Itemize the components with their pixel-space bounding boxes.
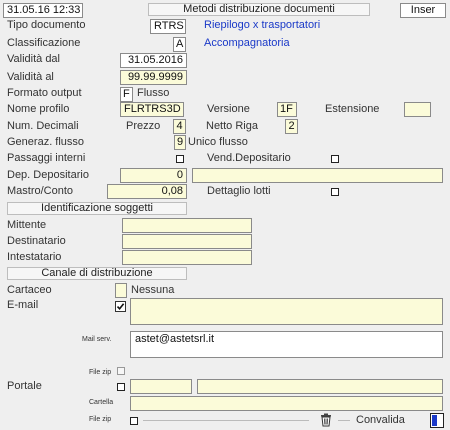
mittente-label: Mittente — [7, 219, 47, 231]
generaz-flusso-label: Generaz. flusso — [7, 136, 85, 148]
versione-label: Versione — [207, 103, 250, 115]
tipo-documento-desc: Riepilogo x trasportatori — [204, 19, 321, 31]
formato-output-label: Formato output — [7, 87, 82, 99]
formato-output-field[interactable]: F — [120, 87, 133, 102]
classificazione-label: Classificazione — [7, 37, 81, 49]
email-label: E-mail — [7, 299, 39, 311]
classificazione-desc: Accompagnatoria — [204, 37, 290, 49]
file-zip-checkbox-2[interactable] — [130, 417, 138, 425]
mail-serv-field[interactable]: astet@astetsrl.it — [130, 331, 443, 358]
nome-profilo-label: Nome profilo — [7, 103, 70, 115]
prezzo-field[interactable]: 4 — [173, 119, 186, 134]
vend-depositario-checkbox[interactable] — [331, 155, 339, 163]
intestatario-field[interactable] — [122, 250, 252, 265]
convalida-label: Convalida — [356, 414, 405, 426]
file-zip-checkbox-1[interactable] — [117, 367, 125, 375]
dep-depositario-label: Dep. Depositario — [7, 169, 89, 181]
portale-field-2[interactable] — [197, 379, 443, 394]
cartaceo-field[interactable] — [115, 283, 127, 298]
cartaceo-label: Cartaceo — [7, 284, 52, 296]
validita-dal-label: Validità dal — [7, 53, 60, 65]
destinatario-field[interactable] — [122, 234, 252, 249]
divider-line-right — [338, 420, 350, 421]
cartella-label: Cartella — [89, 399, 114, 406]
mastro-conto-field[interactable]: 0,08 — [107, 184, 187, 199]
mittente-field[interactable] — [122, 218, 252, 233]
divider-line-left — [143, 420, 309, 421]
mastro-conto-label: Mastro/Conto — [7, 185, 74, 197]
classificazione-field[interactable]: A — [173, 37, 186, 52]
identificazione-section-title: Identificazione soggetti — [7, 202, 187, 215]
mode-indicator[interactable]: Inser — [400, 3, 446, 18]
vend-depositario-label: Vend.Depositario — [207, 152, 291, 164]
estensione-label: Estensione — [325, 103, 380, 115]
netto-riga-field[interactable]: 2 — [285, 119, 298, 134]
dep-depositario-field[interactable]: 0 — [120, 168, 187, 183]
convalida-indicator-icon — [432, 415, 437, 426]
datetime-display: 31.05.16 12:33 — [3, 3, 83, 18]
validita-al-label: Validità al — [7, 71, 54, 83]
cartaceo-desc: Nessuna — [131, 284, 175, 296]
validita-dal-field[interactable]: 31.05.2016 — [120, 53, 187, 68]
dep-depositario-desc-field[interactable] — [192, 168, 443, 183]
mail-serv-label: Mail serv. — [82, 336, 112, 343]
destinatario-label: Destinatario — [7, 235, 66, 247]
window-title: Metodi distribuzione documenti — [148, 3, 370, 16]
convalida-button[interactable] — [430, 413, 444, 428]
dettaglio-lotti-label: Dettaglio lotti — [207, 185, 271, 197]
validita-al-field[interactable]: 99.99.9999 — [120, 70, 187, 85]
portale-checkbox[interactable] — [117, 383, 125, 391]
checkmark-icon — [116, 303, 125, 311]
passaggi-interni-label: Passaggi interni — [7, 152, 86, 164]
file-zip-label-2: File zip — [89, 416, 112, 423]
portale-label: Portale — [7, 380, 42, 392]
versione-field[interactable]: 1F — [277, 102, 297, 117]
estensione-field[interactable] — [404, 102, 431, 117]
trash-icon[interactable] — [319, 413, 333, 427]
email-field[interactable] — [130, 298, 443, 325]
dettaglio-lotti-checkbox[interactable] — [331, 188, 339, 196]
file-zip-label-1: File zip — [89, 369, 112, 376]
formato-output-desc: Flusso — [137, 87, 170, 99]
tipo-documento-field[interactable]: RTRS — [150, 19, 186, 34]
email-checkbox[interactable] — [115, 301, 126, 312]
canale-section-title: Canale di distribuzione — [7, 267, 187, 280]
intestatario-label: Intestatario — [7, 251, 62, 263]
generaz-flusso-desc: Unico flusso — [188, 136, 248, 148]
tipo-documento-label: Tipo documento — [7, 19, 86, 31]
netto-riga-label: Netto Riga — [206, 120, 258, 132]
prezzo-label: Prezzo — [126, 120, 161, 132]
passaggi-interni-checkbox[interactable] — [176, 155, 184, 163]
portale-field-1[interactable] — [130, 379, 192, 394]
cartella-field[interactable] — [130, 396, 443, 411]
generaz-flusso-field[interactable]: 9 — [174, 135, 186, 150]
num-decimali-label: Num. Decimali — [7, 120, 79, 132]
nome-profilo-field[interactable]: FLRTRS3D — [120, 102, 184, 117]
